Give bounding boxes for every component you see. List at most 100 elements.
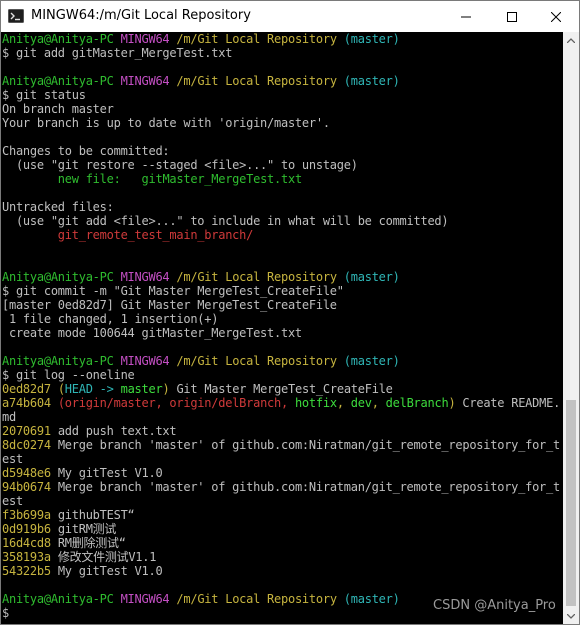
command-line: $ git add gitMaster_MergeTest.txt xyxy=(2,46,233,60)
output-line: On branch master xyxy=(2,102,114,116)
final-prompt-symbol: $ xyxy=(2,606,9,620)
prompt-branch: (master) xyxy=(343,592,400,606)
chevron-down-icon xyxy=(567,613,575,619)
commit-message: gitRM测试 xyxy=(57,522,117,536)
log-entry: 0ed82d7 (HEAD -> master) Git Master Merg… xyxy=(2,382,393,396)
prompt-path: /m/Git Local Repository xyxy=(176,32,337,46)
prompt-branch: (master) xyxy=(343,270,400,284)
log-entry: f3b699a githubTEST“ xyxy=(2,508,563,522)
log-entry: 8dc0274 Merge branch 'master' of github.… xyxy=(2,438,563,452)
maximize-button[interactable] xyxy=(489,1,535,32)
prompt-path: /m/Git Local Repository xyxy=(176,270,337,284)
scrollbar-thumb[interactable] xyxy=(566,400,576,606)
prompt-user: Anitya@Anitya-PC xyxy=(2,592,114,606)
prompt-line: Anitya@Anitya-PC MINGW64 /m/Git Local Re… xyxy=(2,32,563,46)
log-entry: 358193a 修改文件测试V1.1 xyxy=(2,550,563,564)
commit-hash: d5948e6 xyxy=(2,466,51,480)
commit-hash: f3b699a xyxy=(2,508,51,522)
commit-message: Merge branch 'master' of github.com:Nira… xyxy=(57,480,560,494)
close-icon xyxy=(551,11,561,22)
commit-hash: 0d919b6 xyxy=(2,522,51,536)
command-line: $ git commit -m "Git Master MergeTest_Cr… xyxy=(2,284,344,298)
commit-message: add push text.txt xyxy=(57,424,177,438)
prompt-path: /m/Git Local Repository xyxy=(176,74,337,88)
branch-ref: master xyxy=(120,382,163,396)
log-entry-wrap: md xyxy=(2,410,16,424)
output-line: (use "git add <file>..." to include in w… xyxy=(2,214,449,228)
output-line: [master 0ed82d7] Git Master MergeTest_Cr… xyxy=(2,298,337,312)
command-line: $ git log --oneline xyxy=(2,368,135,382)
prompt-user: Anitya@Anitya-PC xyxy=(2,270,114,284)
window-title: MINGW64:/m/Git Local Repository xyxy=(31,8,251,23)
output-line: 1 file changed, 1 insertion(+) xyxy=(2,312,219,326)
commit-message: Git Master MergeTest_CreateFile xyxy=(176,382,393,396)
git-bash-icon xyxy=(8,9,24,23)
log-entry: a74b604 (origin/master, origin/delBranch… xyxy=(2,396,561,410)
close-button[interactable] xyxy=(533,1,579,32)
minimize-button[interactable] xyxy=(443,1,489,32)
prompt-user: Anitya@Anitya-PC xyxy=(2,354,114,368)
staged-file-line: new file: gitMaster_MergeTest.txt xyxy=(2,172,563,186)
prompt-line: Anitya@Anitya-PC MINGW64 /m/Git Local Re… xyxy=(2,74,563,88)
prompt-path: /m/Git Local Repository xyxy=(176,592,337,606)
command-line: $ git status xyxy=(2,88,86,102)
watermark: CSDN @Anitya_Pro xyxy=(433,598,556,613)
commit-message: Merge branch 'master' of github.com:Nira… xyxy=(57,438,560,452)
commit-hash: 8dc0274 xyxy=(2,438,51,452)
prompt-shell: MINGW64 xyxy=(120,270,170,284)
commit-message: 修改文件测试V1.1 xyxy=(57,550,157,564)
log-entry: 0d919b6 gitRM测试 xyxy=(2,522,563,536)
commit-message: Create README. xyxy=(462,396,561,410)
commit-hash: 16d4cd8 xyxy=(2,536,51,550)
scroll-down-button[interactable] xyxy=(563,608,579,624)
scroll-up-button[interactable] xyxy=(563,32,579,48)
title-bar[interactable]: MINGW64:/m/Git Local Repository xyxy=(1,1,579,32)
prompt-line: Anitya@Anitya-PC MINGW64 /m/Git Local Re… xyxy=(2,270,563,284)
commit-hash: 54322b5 xyxy=(2,564,51,578)
log-entry: 54322b5 My gitTest V1.0 xyxy=(2,564,563,578)
prompt-line: Anitya@Anitya-PC MINGW64 /m/Git Local Re… xyxy=(2,354,563,368)
commit-hash: 2070691 xyxy=(2,424,51,438)
terminal-output[interactable]: Anitya@Anitya-PC MINGW64 /m/Git Local Re… xyxy=(1,32,563,624)
untracked-file-line: git_remote_test_main_branch/ xyxy=(2,228,563,242)
log-entry: d5948e6 My gitTest V1.0 xyxy=(2,466,563,480)
prompt-branch: (master) xyxy=(343,74,400,88)
maximize-icon xyxy=(507,11,517,22)
output-line: create mode 100644 gitMaster_MergeTest.t… xyxy=(2,326,302,340)
terminal-window: MINGW64:/m/Git Local Repository Anitya@A… xyxy=(0,0,580,625)
prompt-shell: MINGW64 xyxy=(120,32,170,46)
branch-ref: delBranch xyxy=(385,396,449,410)
log-entry: 94b0674 Merge branch 'master' of github.… xyxy=(2,480,563,494)
staged-file-name: gitMaster_MergeTest.txt xyxy=(141,172,303,186)
commit-message: My gitTest V1.0 xyxy=(57,564,163,578)
minimize-icon xyxy=(461,16,471,17)
log-entry-wrap: est xyxy=(2,494,23,508)
vertical-scrollbar[interactable] xyxy=(563,32,579,624)
branch-ref: dev xyxy=(350,396,372,410)
prompt-branch: (master) xyxy=(343,354,400,368)
output-line: Your branch is up to date with 'origin/m… xyxy=(2,116,330,130)
prompt-shell: MINGW64 xyxy=(120,354,170,368)
log-entry-wrap: est xyxy=(2,452,23,466)
commit-hash: a74b604 xyxy=(2,396,51,410)
head-ref: HEAD -> xyxy=(64,382,114,396)
commit-hash: 358193a xyxy=(2,550,51,564)
commit-message: RM删除测试“ xyxy=(57,536,126,550)
commit-message: githubTEST“ xyxy=(57,508,135,522)
remote-refs: (origin/master, origin/delBranch, xyxy=(57,396,295,410)
output-line: (use "git restore --staged <file>..." to… xyxy=(2,158,358,172)
untracked-file-name: git_remote_test_main_branch/ xyxy=(57,228,254,242)
output-line: Untracked files: xyxy=(2,200,114,214)
prompt-shell: MINGW64 xyxy=(120,74,170,88)
log-entry: 16d4cd8 RM删除测试“ xyxy=(2,536,563,550)
prompt-shell: MINGW64 xyxy=(120,592,170,606)
commit-hash: 0ed82d7 xyxy=(2,382,51,396)
branch-ref: hotfix xyxy=(294,396,337,410)
staged-file-label: new file: xyxy=(57,172,121,186)
log-entry: 2070691 add push text.txt xyxy=(2,424,563,438)
